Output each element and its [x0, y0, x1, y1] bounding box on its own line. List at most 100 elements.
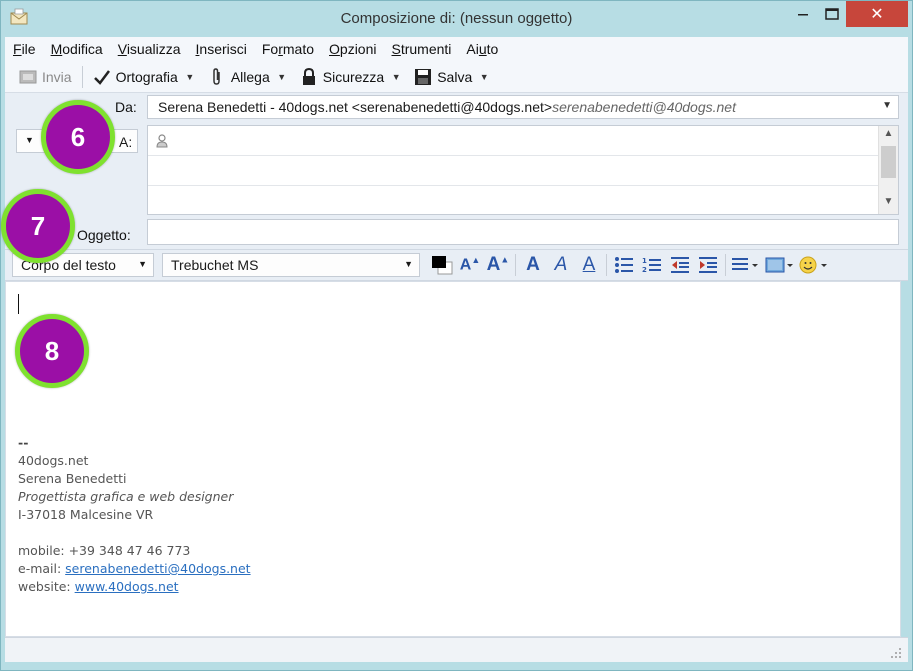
- recipient-list[interactable]: ▲ ▼: [147, 125, 899, 215]
- attach-dropdown[interactable]: ▼: [274, 64, 290, 90]
- signature-website-link[interactable]: www.40dogs.net: [75, 579, 179, 594]
- annotation-badge-6: 6: [41, 100, 115, 174]
- close-icon: ✕: [870, 6, 884, 23]
- font-smaller-icon: A▲: [486, 254, 510, 275]
- menu-opzioni[interactable]: Opzioni: [329, 41, 376, 57]
- italic-icon: A: [554, 254, 568, 275]
- from-alt-address: serenabenedetti@40dogs.net: [552, 99, 736, 115]
- status-bar: [5, 637, 908, 662]
- signature-email-link[interactable]: serenabenedetti@40dogs.net: [65, 561, 250, 576]
- image-icon: [765, 257, 793, 273]
- insert-smiley-button[interactable]: [797, 252, 831, 278]
- scroll-down-icon[interactable]: ▼: [879, 196, 898, 212]
- message-body-editor[interactable]: -- 40dogs.net Serena Benedetti Progettis…: [5, 281, 901, 637]
- signature-role: Progettista grafica e web designer: [18, 489, 234, 504]
- chevron-down-icon: ▼: [277, 71, 287, 82]
- menu-aiuto[interactable]: Aiuto: [466, 41, 498, 57]
- security-dropdown[interactable]: ▼: [388, 64, 404, 90]
- signature-company: 40dogs.net: [18, 453, 89, 468]
- chevron-down-icon: ▼: [25, 135, 34, 145]
- lock-icon: [300, 67, 318, 86]
- security-button[interactable]: Sicurezza: [296, 64, 388, 90]
- chevron-down-icon: ▼: [185, 71, 195, 82]
- resize-grip-icon[interactable]: [890, 647, 902, 659]
- recipient-row[interactable]: [148, 126, 898, 156]
- menu-strumenti[interactable]: Strumenti: [392, 41, 452, 57]
- message-header: Da: Serena Benedetti - 40dogs.net <seren…: [5, 93, 908, 249]
- font-size-larger-button[interactable]: A▲: [456, 252, 484, 278]
- menu-formato[interactable]: Formato: [262, 41, 314, 57]
- annotation-badge-8: 8: [15, 314, 89, 388]
- compose-window: Composizione di: (nessun oggetto) ✕ File…: [0, 0, 913, 671]
- signature-block: -- 40dogs.net Serena Benedetti Progettis…: [18, 434, 251, 596]
- scroll-thumb[interactable]: [881, 146, 896, 178]
- chevron-down-icon: ▼: [138, 259, 147, 269]
- align-button[interactable]: [729, 252, 763, 278]
- signature-name: Serena Benedetti: [18, 471, 127, 486]
- bold-icon: A: [526, 254, 540, 275]
- format-toolbar: Corpo del testo ▼ Trebuchet MS ▼ A▲ A▲ A…: [5, 249, 908, 281]
- color-swatch-icon: [432, 256, 453, 275]
- numbered-list-button[interactable]: 12: [638, 252, 666, 278]
- menu-modifica[interactable]: Modifica: [51, 41, 103, 57]
- minimize-icon: [798, 14, 808, 16]
- menu-visualizza[interactable]: Visualizza: [118, 41, 181, 57]
- recipient-row[interactable]: [148, 156, 898, 186]
- outdent-icon: [671, 257, 689, 273]
- italic-button[interactable]: A: [547, 252, 575, 278]
- from-label: Da:: [115, 99, 137, 115]
- from-select[interactable]: Serena Benedetti - 40dogs.net <serenaben…: [147, 95, 899, 119]
- bold-button[interactable]: A: [519, 252, 547, 278]
- underline-button[interactable]: A: [575, 252, 603, 278]
- format-separator: [606, 254, 607, 276]
- signature-mobile: mobile: +39 348 47 46 773: [18, 543, 191, 558]
- attach-button[interactable]: Allega: [204, 64, 274, 90]
- save-dropdown[interactable]: ▼: [476, 64, 492, 90]
- chevron-down-icon: ▼: [479, 71, 489, 82]
- menu-inserisci[interactable]: Inserisci: [196, 41, 247, 57]
- window-title: Composizione di: (nessun oggetto): [340, 10, 573, 27]
- font-size-smaller-button[interactable]: A▲: [484, 252, 512, 278]
- send-button[interactable]: Invia: [15, 64, 76, 90]
- floppy-disk-icon: [414, 68, 432, 86]
- main-toolbar: Invia Ortografia ▼ Allega ▼ Sicurezza ▼: [5, 61, 908, 93]
- bullet-list-button[interactable]: [610, 252, 638, 278]
- close-button[interactable]: ✕: [846, 1, 908, 27]
- spelling-dropdown[interactable]: ▼: [182, 64, 198, 90]
- svg-text:1: 1: [642, 257, 647, 265]
- spelling-button[interactable]: Ortografia: [89, 64, 182, 90]
- numbered-list-icon: 12: [642, 257, 661, 274]
- signature-address: I-37018 Malcesine VR: [18, 507, 154, 522]
- title-bar[interactable]: Composizione di: (nessun oggetto) ✕: [1, 1, 912, 37]
- align-icon: [732, 258, 758, 270]
- annotation-badge-7: 7: [1, 189, 75, 263]
- menu-file[interactable]: File: [13, 41, 36, 57]
- from-value: Serena Benedetti - 40dogs.net <serenaben…: [158, 99, 553, 115]
- send-icon: [19, 68, 37, 86]
- indent-button[interactable]: [694, 252, 722, 278]
- format-separator: [515, 254, 516, 276]
- insert-image-button[interactable]: [763, 252, 797, 278]
- text-color-button[interactable]: [428, 252, 456, 278]
- maximize-icon: [825, 8, 839, 20]
- outdent-button[interactable]: [666, 252, 694, 278]
- toolbar-separator: [81, 65, 83, 88]
- signature-spacer: [18, 524, 251, 542]
- subject-label: Oggetto:: [77, 227, 131, 243]
- bullet-list-icon: [615, 257, 633, 273]
- font-select[interactable]: Trebuchet MS ▼: [162, 253, 420, 277]
- save-button[interactable]: Salva: [410, 64, 476, 90]
- to-label: A:: [119, 134, 133, 150]
- indent-icon: [699, 257, 717, 273]
- svg-text:2: 2: [642, 266, 647, 274]
- subject-input[interactable]: [147, 219, 899, 245]
- chevron-down-icon: ▼: [391, 71, 401, 82]
- person-icon: [156, 134, 168, 148]
- recipient-row[interactable]: [148, 186, 898, 216]
- paperclip-icon: [208, 67, 226, 86]
- chevron-down-icon: ▼: [404, 259, 413, 269]
- scroll-up-icon[interactable]: ▲: [879, 128, 898, 144]
- format-separator: [725, 254, 726, 276]
- checkmark-icon: [93, 68, 111, 86]
- recipient-scrollbar[interactable]: ▲ ▼: [878, 126, 898, 214]
